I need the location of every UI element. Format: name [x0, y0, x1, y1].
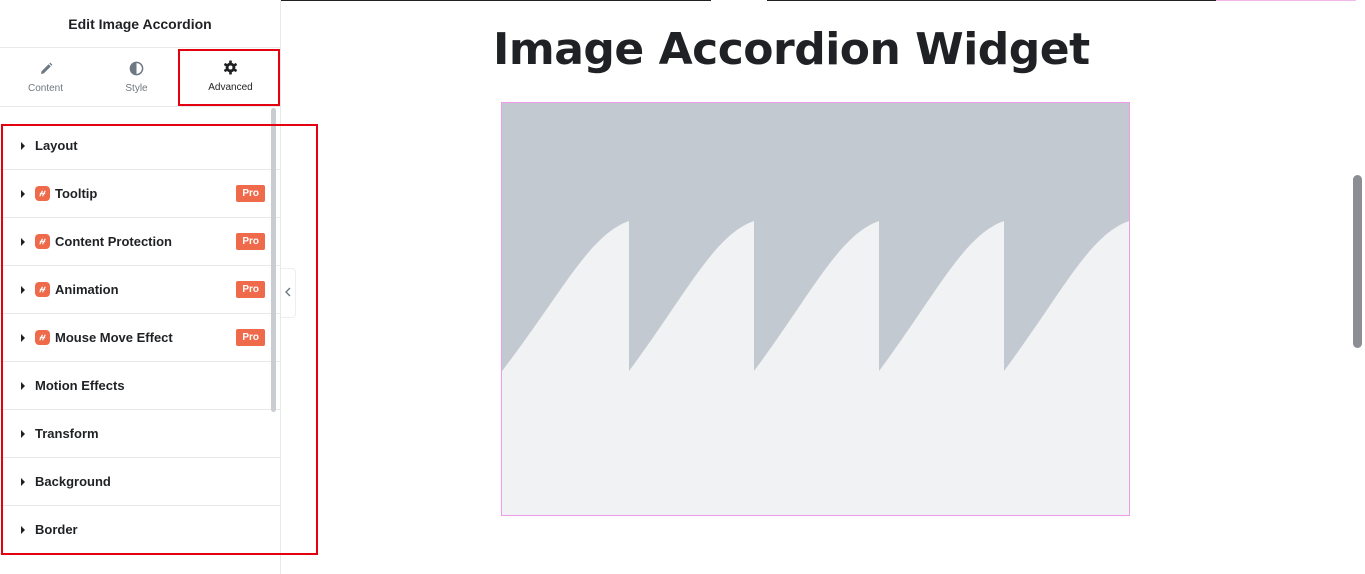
caret-right-icon — [21, 381, 25, 390]
caret-right-icon — [21, 525, 25, 534]
section-animation[interactable]: Animation Pro — [0, 266, 281, 314]
section-label: Animation — [55, 282, 119, 297]
section-border[interactable]: Border — [0, 506, 281, 554]
pro-logo-icon — [35, 282, 50, 297]
caret-right-icon — [21, 333, 25, 342]
page-scrollbar[interactable] — [1353, 175, 1362, 348]
panel-header: Edit Image Accordion — [0, 0, 280, 48]
image-placeholder — [502, 103, 1129, 515]
caret-right-icon — [21, 141, 25, 150]
panel-scrollbar[interactable] — [271, 108, 276, 412]
caret-right-icon — [21, 237, 25, 246]
caret-right-icon — [21, 189, 25, 198]
section-tooltip[interactable]: Tooltip Pro — [0, 170, 281, 218]
panel-title: Edit Image Accordion — [68, 15, 212, 32]
tab-style[interactable]: Style — [91, 48, 182, 106]
section-label: Transform — [35, 426, 99, 441]
tab-style-label: Style — [125, 82, 148, 94]
section-motion-effects[interactable]: Motion Effects — [0, 362, 281, 410]
section-layout[interactable]: Layout — [0, 122, 281, 170]
gear-icon — [223, 60, 239, 76]
section-label: Mouse Move Effect — [55, 330, 173, 345]
panel-collapse-button[interactable] — [281, 268, 296, 318]
half-circle-icon — [129, 61, 145, 77]
tab-content-label: Content — [27, 82, 64, 94]
pro-badge[interactable]: Pro — [236, 233, 265, 250]
section-label: Tooltip — [55, 186, 98, 201]
pro-badge[interactable]: Pro — [236, 329, 265, 346]
canvas-top-border-selected — [1216, 0, 1356, 1]
editor-panel: Edit Image Accordion Content Style Advan… — [0, 0, 281, 574]
pro-badge[interactable]: Pro — [236, 185, 265, 202]
section-background[interactable]: Background — [0, 458, 281, 506]
canvas-top-border — [281, 0, 711, 1]
section-mouse-move-effect[interactable]: Mouse Move Effect Pro — [0, 314, 281, 362]
section-label: Border — [35, 522, 78, 537]
tab-advanced-label: Advanced — [208, 81, 253, 93]
caret-right-icon — [21, 477, 25, 486]
caret-right-icon — [21, 285, 25, 294]
image-accordion-widget[interactable] — [501, 102, 1130, 516]
pencil-icon — [38, 61, 54, 77]
pro-logo-icon — [35, 234, 50, 249]
section-label: Layout — [35, 138, 78, 153]
pro-badge[interactable]: Pro — [236, 281, 265, 298]
section-content-protection[interactable]: Content Protection Pro — [0, 218, 281, 266]
pro-logo-icon — [35, 330, 50, 345]
editor-app: Edit Image Accordion Content Style Advan… — [0, 0, 1365, 574]
advanced-sections-list: Layout Tooltip Pro Content Protection Pr… — [0, 122, 281, 554]
page-heading[interactable]: Image Accordion Widget — [493, 24, 1090, 75]
section-label: Background — [35, 474, 111, 489]
canvas-top-border — [767, 0, 1216, 1]
caret-right-icon — [21, 429, 25, 438]
tab-advanced[interactable]: Advanced — [182, 48, 279, 106]
chevron-left-icon — [284, 284, 292, 302]
panel-tabs: Content Style Advanced — [0, 48, 280, 107]
section-label: Content Protection — [55, 234, 172, 249]
section-transform[interactable]: Transform — [0, 410, 281, 458]
pro-logo-icon — [35, 186, 50, 201]
tab-content[interactable]: Content — [0, 48, 91, 106]
section-label: Motion Effects — [35, 378, 125, 393]
